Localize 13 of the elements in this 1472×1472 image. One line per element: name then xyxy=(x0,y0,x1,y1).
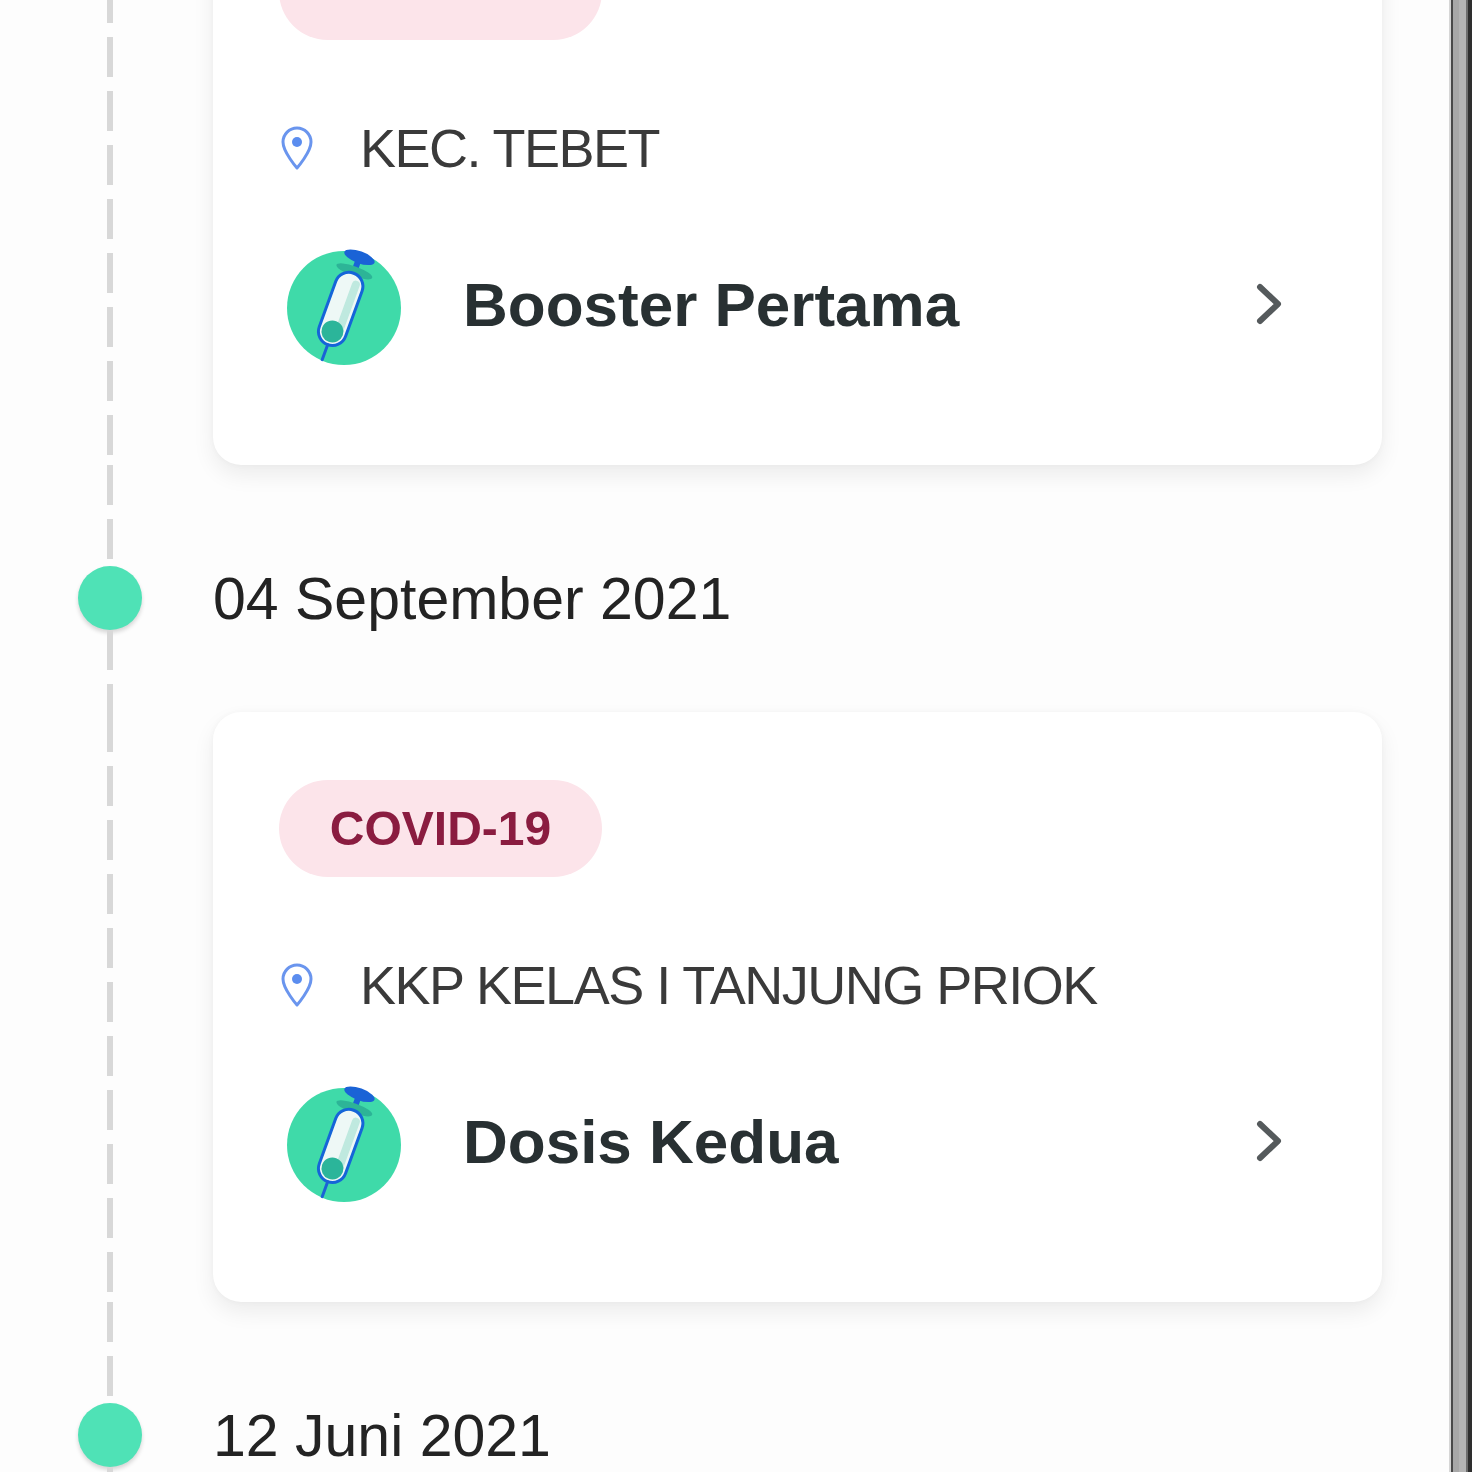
dose-name: Dosis Kedua xyxy=(463,1105,840,1177)
location-pin-icon xyxy=(280,962,314,1008)
location-name: KKP KELAS I TANJUNG PRIOK xyxy=(360,955,1097,1015)
timeline-dot xyxy=(78,1403,142,1467)
location-pin-icon xyxy=(280,125,314,171)
category-badge: COVID-19 xyxy=(279,780,602,877)
timeline-dot xyxy=(78,566,142,630)
chevron-right-icon[interactable] xyxy=(1255,1119,1283,1163)
dose-name: Booster Pertama xyxy=(463,268,961,340)
chevron-right-icon[interactable] xyxy=(1255,282,1283,326)
visit-date: 04 September 2021 xyxy=(213,567,733,631)
visit-date: 12 Juni 2021 xyxy=(213,1404,552,1468)
location-name: KEC. TEBET xyxy=(360,118,660,178)
